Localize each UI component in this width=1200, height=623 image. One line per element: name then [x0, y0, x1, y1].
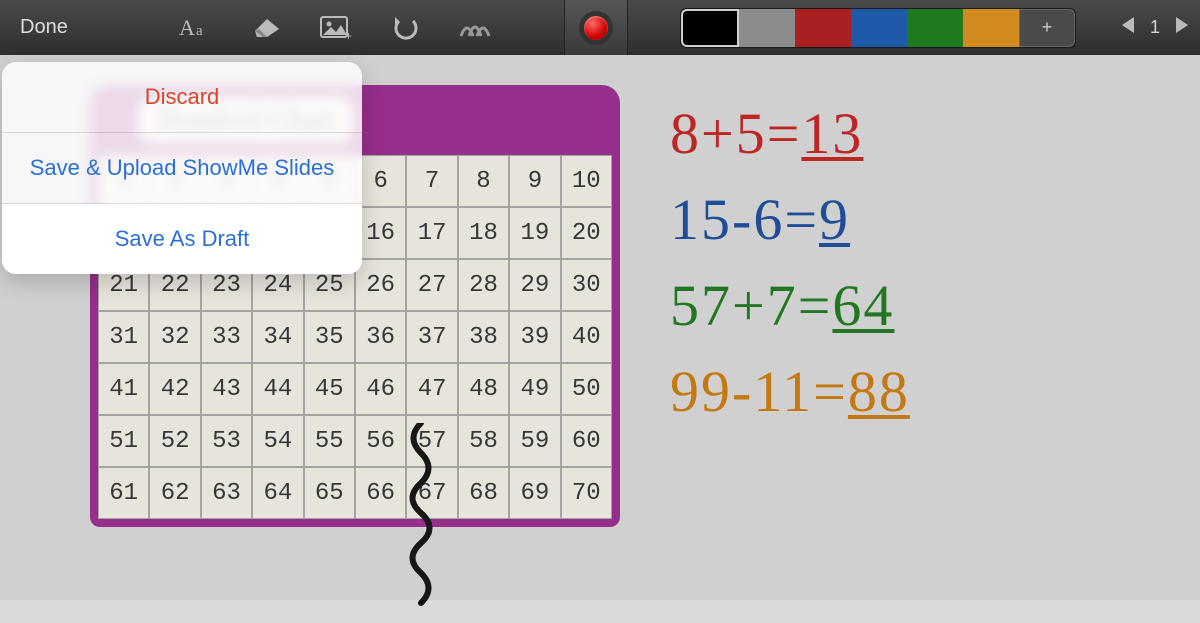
svg-text:+: +	[345, 29, 352, 41]
chart-cell: 19	[509, 207, 560, 259]
chart-cell: 6	[355, 155, 406, 207]
chart-cell: 32	[149, 311, 200, 363]
chart-cell: 66	[355, 467, 406, 519]
brush-icon[interactable]	[454, 6, 498, 50]
svg-text:a: a	[196, 23, 203, 39]
chart-cell: 34	[252, 311, 303, 363]
chart-cell: 49	[509, 363, 560, 415]
equation-answer: 9	[819, 187, 850, 252]
chart-cell: 57	[406, 415, 457, 467]
swatch-orange[interactable]	[963, 9, 1019, 47]
equation-answer: 13	[801, 101, 863, 166]
done-popover: Discard Save & Upload ShowMe Slides Save…	[2, 62, 362, 274]
chart-cell: 10	[561, 155, 612, 207]
chart-cell: 16	[355, 207, 406, 259]
swatch-blue[interactable]	[851, 9, 907, 47]
chart-cell: 18	[458, 207, 509, 259]
text-tool-icon[interactable]: Aa	[174, 6, 218, 50]
equation-lhs: 57+7=	[670, 273, 832, 338]
chart-cell: 38	[458, 311, 509, 363]
chart-cell: 51	[98, 415, 149, 467]
chart-cell: 9	[509, 155, 560, 207]
chart-cell: 63	[201, 467, 252, 519]
chart-cell: 62	[149, 467, 200, 519]
chart-cell: 17	[406, 207, 457, 259]
chart-cell: 45	[304, 363, 355, 415]
chart-cell: 55	[304, 415, 355, 467]
equations-area: 8+5=13 15-6=9 57+7=64 99-11=88	[670, 105, 1170, 421]
equation: 15-6=9	[670, 191, 1170, 249]
slide-number: 1	[1150, 17, 1160, 38]
equation-lhs: 8+5=	[670, 101, 801, 166]
equation-lhs: 99-11=	[670, 359, 848, 424]
equation-lhs: 15-6=	[670, 187, 819, 252]
chart-cell: 52	[149, 415, 200, 467]
chart-cell: 31	[98, 311, 149, 363]
chart-cell: 58	[458, 415, 509, 467]
chart-cell: 48	[458, 363, 509, 415]
chart-cell: 39	[509, 311, 560, 363]
chart-cell: 40	[561, 311, 612, 363]
record-button-wrap	[564, 0, 628, 55]
chart-cell: 27	[406, 259, 457, 311]
discard-button[interactable]: Discard	[2, 62, 362, 133]
chart-cell: 8	[458, 155, 509, 207]
chart-cell: 7	[406, 155, 457, 207]
chart-cell: 44	[252, 363, 303, 415]
equation: 8+5=13	[670, 105, 1170, 163]
chart-cell: 29	[509, 259, 560, 311]
chart-cell: 68	[458, 467, 509, 519]
plus-icon: +	[1042, 17, 1053, 38]
next-slide-icon[interactable]	[1174, 16, 1190, 39]
svg-text:A: A	[179, 15, 195, 40]
eraser-icon[interactable]	[244, 6, 288, 50]
chart-cell: 61	[98, 467, 149, 519]
chart-cell: 42	[149, 363, 200, 415]
chart-cell: 30	[561, 259, 612, 311]
chart-cell: 70	[561, 467, 612, 519]
slide-pager: 1	[1120, 16, 1190, 39]
chart-cell: 67	[406, 467, 457, 519]
equation: 57+7=64	[670, 277, 1170, 335]
chart-cell: 46	[355, 363, 406, 415]
done-button[interactable]: Done	[10, 10, 78, 45]
undo-icon[interactable]	[384, 6, 428, 50]
chart-cell: 54	[252, 415, 303, 467]
swatch-gray[interactable]	[739, 9, 795, 47]
color-palette: +	[680, 8, 1076, 48]
chart-cell: 50	[561, 363, 612, 415]
save-upload-button[interactable]: Save & Upload ShowMe Slides	[2, 133, 362, 204]
chart-cell: 47	[406, 363, 457, 415]
swatch-red[interactable]	[795, 9, 851, 47]
equation-answer: 88	[848, 359, 910, 424]
equation-answer: 64	[832, 273, 894, 338]
chart-cell: 35	[304, 311, 355, 363]
chart-cell: 56	[355, 415, 406, 467]
chart-cell: 28	[458, 259, 509, 311]
chart-cell: 37	[406, 311, 457, 363]
chart-cell: 59	[509, 415, 560, 467]
chart-cell: 43	[201, 363, 252, 415]
chart-cell: 69	[509, 467, 560, 519]
chart-cell: 60	[561, 415, 612, 467]
chart-cell: 36	[355, 311, 406, 363]
toolbar: Done Aa + + 1	[0, 0, 1200, 55]
chart-cell: 33	[201, 311, 252, 363]
chart-cell: 65	[304, 467, 355, 519]
swatch-green[interactable]	[907, 9, 963, 47]
swatch-add[interactable]: +	[1019, 9, 1075, 47]
prev-slide-icon[interactable]	[1120, 16, 1136, 39]
chart-cell: 41	[98, 363, 149, 415]
save-draft-button[interactable]: Save As Draft	[2, 204, 362, 274]
equation: 99-11=88	[670, 363, 1170, 421]
chart-cell: 64	[252, 467, 303, 519]
chart-cell: 20	[561, 207, 612, 259]
chart-cell: 53	[201, 415, 252, 467]
swatch-black[interactable]	[681, 9, 739, 47]
chart-cell: 26	[355, 259, 406, 311]
image-add-icon[interactable]: +	[314, 6, 358, 50]
record-button[interactable]	[584, 16, 608, 40]
